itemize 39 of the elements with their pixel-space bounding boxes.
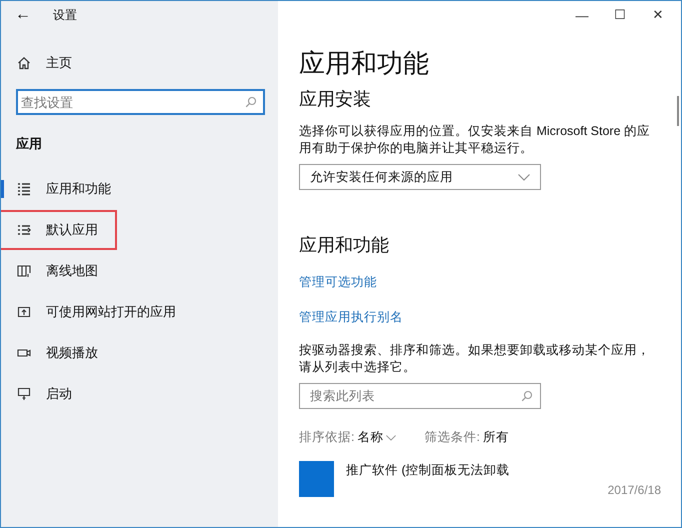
sidebar-item[interactable]: 视频播放 (1, 335, 98, 371)
section-heading: 应用安装 (299, 88, 371, 111)
scrollbar[interactable] (677, 96, 679, 126)
app-name: 推广软件 (控制面板无法卸载 (346, 462, 511, 479)
sort-dropdown[interactable]: 排序依据: 名称 (299, 429, 396, 446)
link[interactable]: 管理可选功能 (299, 274, 377, 291)
description: 选择你可以获得应用的位置。仅安装来自 Microsoft Store 的应用有助于保护你的电脑并让其平稳运行。 (299, 123, 651, 157)
app-list-item[interactable]: 推广软件 (控制面板无法卸载 2017/6/18 (299, 461, 661, 497)
window-title: 设置 (53, 6, 77, 24)
window-control[interactable]: — (573, 8, 591, 22)
description: 按驱动器搜索、排序和筛选。如果想要卸载或移动某个应用，请从列表中选择它。 (299, 342, 651, 376)
window-control[interactable]: ☐ (611, 7, 629, 23)
sidebar-item[interactable]: 可使用网站打开的应用 (1, 294, 176, 330)
chevron-icon (386, 434, 396, 440)
sidebar-item[interactable]: 应用和功能 (1, 171, 111, 207)
page-title: 应用和功能 (299, 47, 429, 80)
home-link[interactable]: 主页 (1, 48, 278, 78)
section-heading: 应用和功能 (299, 234, 389, 257)
list-icon (17, 182, 31, 196)
checklist-icon (17, 223, 31, 237)
link[interactable]: 管理应用执行别名 (299, 309, 403, 326)
window-control[interactable]: ✕ (649, 7, 667, 23)
search-field[interactable]: 查找设置 (16, 89, 265, 115)
sidebar-item[interactable]: 默认应用 (1, 212, 115, 248)
home-icon (17, 56, 31, 70)
map-icon (17, 264, 31, 278)
source-dropdown[interactable]: 允许安装任何来源的应用 (299, 164, 541, 190)
filter-dropdown[interactable]: 筛选条件: 所有 (424, 429, 509, 446)
section-heading: 应用 (14, 135, 43, 153)
sidebar-item[interactable]: 离线地图 (1, 253, 98, 289)
window-icon (17, 305, 31, 319)
monitor-icon (17, 387, 31, 401)
chevron-icon (518, 174, 530, 180)
back-button[interactable]: ← (15, 6, 31, 24)
search-field[interactable]: 搜索此列表 (299, 383, 541, 409)
install-date: 2017/6/18 (608, 483, 661, 497)
search-icon (245, 96, 257, 108)
search-icon (521, 390, 533, 402)
sidebar-item[interactable]: 启动 (1, 376, 72, 412)
